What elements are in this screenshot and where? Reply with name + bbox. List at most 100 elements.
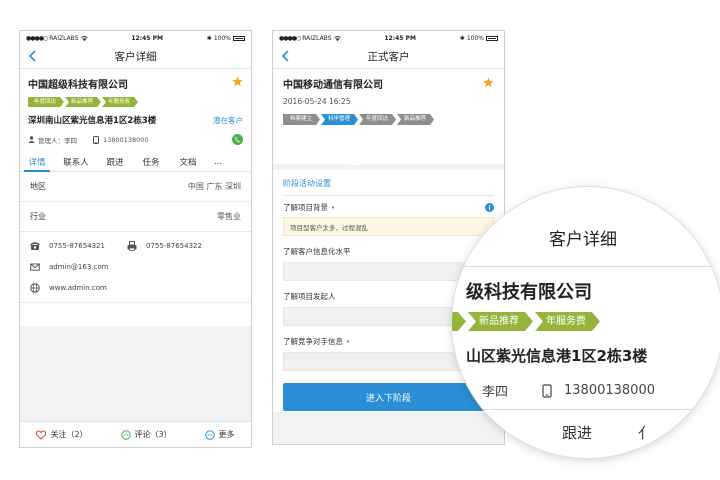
page-title: 客户详细	[114, 51, 157, 63]
sales-pipeline: 年度回访 新品推荐 年服务费	[28, 97, 243, 107]
phone-customer-detail: ●●●●○ RAIZLABS 12:45 PM ✱ 100% 客户详细 中国超级…	[19, 30, 252, 448]
zoom-pipeline-step: 年服务费	[535, 312, 600, 331]
email-icon	[30, 263, 40, 271]
battery-icon	[232, 35, 245, 41]
follow-label: 关注（2）	[50, 430, 88, 439]
heart-icon	[36, 430, 47, 440]
telephone-number[interactable]: 0755-87654321	[49, 242, 105, 250]
nav-bar: 客户详细	[20, 45, 251, 69]
comment-icon	[120, 429, 131, 440]
stage-step-active[interactable]: 科学管理	[321, 114, 358, 125]
website-url[interactable]: www.admin.com	[49, 284, 107, 292]
comment-button[interactable]: 评论（3）	[120, 429, 172, 440]
follow-button[interactable]: 关注（2）	[36, 429, 88, 440]
status-bar: ●●●●○ RAIZLABS 12:45 PM ✱ 100%	[20, 31, 251, 45]
tab-more[interactable]: ...	[206, 152, 230, 171]
potential-customer-link[interactable]: 潜在客户	[213, 115, 243, 126]
bluetooth-icon: ✱	[459, 34, 465, 42]
person-icon	[28, 136, 35, 143]
favorite-star-icon[interactable]	[232, 76, 243, 87]
showcase: ●●●●○ RAIZLABS 12:45 PM ✱ 100% 客户详细 中国超级…	[0, 0, 720, 480]
mobile-phone-icon	[93, 135, 99, 144]
back-icon[interactable]	[28, 50, 38, 62]
project-initiator-label: 了解项目发起人	[283, 292, 336, 301]
pipeline-step[interactable]: 新品推荐	[65, 97, 101, 107]
wifi-icon	[333, 35, 341, 41]
required-mark: •	[346, 337, 351, 346]
more-icon	[204, 429, 215, 440]
globe-icon	[30, 282, 40, 293]
it-level-label: 了解客户信息化水平	[283, 247, 351, 256]
empty-area	[20, 326, 251, 421]
tab-follow-up[interactable]: 跟进	[98, 152, 132, 171]
status-time: 12:45 PM	[131, 34, 163, 42]
required-mark: •	[331, 203, 336, 212]
nav-bar: 正式客户	[273, 45, 504, 69]
zoom-divider	[452, 409, 720, 410]
zoom-nav-bar: 客户详细	[452, 187, 720, 267]
zoom-manager-name: 李四	[482, 385, 509, 400]
telephone-icon	[30, 241, 40, 250]
industry-label: 行业	[30, 212, 46, 221]
pipeline-step[interactable]: 年度回访	[28, 97, 64, 107]
fax-number: 0755-87654322	[145, 241, 202, 250]
battery-icon	[485, 35, 498, 41]
more-button[interactable]: 更多	[204, 429, 235, 440]
wifi-icon	[80, 35, 88, 41]
project-background-value: 项目型客户太多，过程混乱	[290, 223, 368, 232]
stage-pipeline: 档案建立 科学管理 年度回访 新品推荐	[283, 114, 494, 125]
created-date: 2016-05-24 16:25	[283, 97, 351, 106]
zoom-tab-follow-up: 跟进	[562, 424, 593, 442]
manager-phone: 13800138000	[103, 135, 149, 144]
industry-value: 零售业	[217, 212, 241, 221]
status-time: 12:45 PM	[384, 34, 416, 42]
zoom-company-name: 级科技有限公司	[466, 282, 592, 303]
next-stage-button[interactable]: 进入下阶段	[283, 383, 494, 411]
active-stage-pointer	[348, 159, 360, 165]
region-value: 中国 广东 深圳	[187, 182, 241, 191]
zoom-address: 山区紫光信息港1区2栋3楼	[466, 347, 648, 365]
tab-tasks[interactable]: 任务	[132, 152, 170, 171]
carrier-label: RAIZLABS	[302, 34, 332, 42]
bottom-action-bar: 关注（2） 评论（3） 更多	[20, 421, 251, 447]
zoom-pipeline: 新品推荐 年服务费	[452, 312, 602, 331]
industry-row: 行业 零售业	[20, 202, 251, 232]
zoom-mobile-phone-icon	[542, 383, 552, 398]
zoom-page-title: 客户详细	[549, 230, 617, 250]
email-address[interactable]: admin@163.com	[49, 263, 108, 271]
favorite-star-icon[interactable]	[483, 77, 494, 88]
stage-step[interactable]: 年度回访	[359, 114, 396, 125]
status-bar: ●●●●○ RAIZLABS 12:45 PM ✱ 100%	[273, 31, 504, 45]
fax-icon	[127, 240, 137, 251]
company-address: 深圳南山区紫光信息港1区2栋3楼	[28, 116, 157, 126]
signal-icon: ●●●●○	[279, 34, 301, 42]
contact-info: 0755-87654321 0755-87654322 admin@163.co…	[20, 232, 251, 303]
signal-icon: ●●●●○	[26, 34, 48, 42]
carrier-label: RAIZLABS	[49, 34, 79, 42]
zoom-tab-partial: 亻	[638, 424, 654, 442]
competitor-info-label: 了解竞争对手信息	[283, 337, 343, 346]
tab-documents[interactable]: 文档	[170, 152, 206, 171]
stage-step[interactable]: 档案建立	[283, 114, 320, 125]
zoom-pipeline-step: 新品推荐	[468, 312, 533, 331]
tab-contacts[interactable]: 联系人	[54, 152, 98, 171]
region-row: 地区 中国 广东 深圳	[20, 172, 251, 202]
stage-step[interactable]: 新品推荐	[397, 114, 434, 125]
page-title: 正式客户	[367, 51, 410, 63]
back-icon[interactable]	[281, 50, 291, 62]
call-icon[interactable]	[232, 134, 243, 145]
battery-percent: 100%	[213, 34, 231, 42]
battery-percent: 100%	[466, 34, 484, 42]
zoom-pipeline-step-partial	[452, 312, 466, 331]
company-name: 中国移动通信有限公司	[283, 80, 383, 91]
pipeline-step[interactable]: 年服务费	[102, 97, 138, 107]
more-label: 更多	[218, 430, 235, 439]
manager-label: 管理人：李四	[38, 136, 77, 145]
empty-area	[273, 412, 504, 444]
tab-details[interactable]: 详情	[20, 152, 54, 172]
company-name: 中国超级科技有限公司	[28, 80, 128, 91]
region-label: 地区	[30, 182, 46, 191]
project-background-label: 了解项目背景	[283, 203, 328, 212]
detail-tabs: 详情 联系人 跟进 任务 文档 ...	[20, 152, 251, 172]
bluetooth-icon: ✱	[206, 34, 212, 42]
